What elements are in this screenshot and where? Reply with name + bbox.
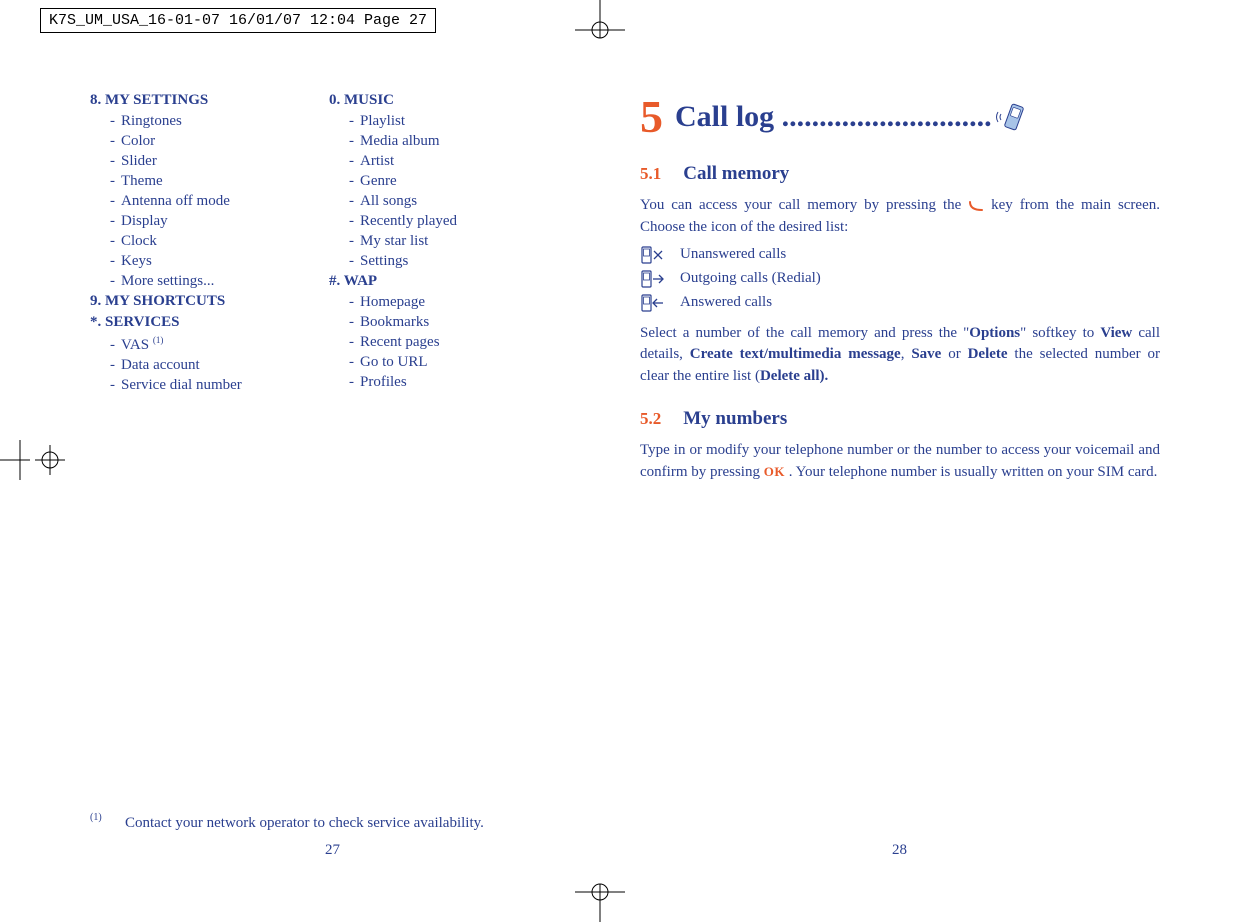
page-number-left: 27 [325,842,340,859]
page-right: 5 Call log ............................ … [640,90,1160,483]
body-paragraph: Select a number of the call memory and p… [640,323,1160,388]
print-header: K7S_UM_USA_16-01-07 16/01/07 12:04 Page … [40,8,436,33]
chapter-title: Call log ............................ [675,100,992,134]
footnote-text: Contact your network operator to check s… [125,815,484,832]
list-item: -Keys [110,253,325,270]
body-paragraph: Type in or modify your telephone number … [640,440,1160,484]
list-item: -Recent pages [349,334,564,351]
list-item: -Playlist [349,113,564,130]
heading-my-settings: 8. MY SETTINGS [90,92,325,109]
heading-services: *. SERVICES [90,314,325,331]
list-item: -Antenna off mode [110,193,325,210]
call-label: Outgoing calls (Redial) [680,270,821,287]
list-item: -Clock [110,233,325,250]
call-types-list: Unanswered calls Outgoing calls (Redial)… [640,245,1160,313]
crop-mark-left2-icon [35,440,65,480]
mobile-phone-icon [992,102,1032,132]
call-label: Unanswered calls [680,246,786,263]
call-key-icon [968,200,984,212]
heading-music: 0. MUSIC [329,92,564,109]
list-item: -Recently played [349,213,564,230]
list-item: -Bookmarks [349,314,564,331]
menu-column-1: 8. MY SETTINGS -Ringtones -Color -Slider… [90,90,325,397]
crop-mark-top-icon [560,0,640,40]
page-number-right: 28 [892,842,907,859]
list-item: -All songs [349,193,564,210]
crop-mark-bottom-icon [560,882,640,922]
unanswered-calls-icon [640,245,666,265]
page-left: 8. MY SETTINGS -Ringtones -Color -Slider… [90,90,570,397]
section-number-51: 5.1 [640,164,661,183]
list-item: -Display [110,213,325,230]
list-item: -Media album [349,133,564,150]
chapter-number: 5 [640,90,663,143]
list-item: -Genre [349,173,564,190]
list-item: -My star list [349,233,564,250]
footnote-ref: (1) [90,812,102,823]
list-item: -Theme [110,173,325,190]
list-item: -Profiles [349,374,564,391]
list-item: -VAS (1) [110,335,325,354]
list-item: Outgoing calls (Redial) [640,269,1160,289]
list-item: -Artist [349,153,564,170]
call-label: Answered calls [680,294,772,311]
section-title-call-memory: Call memory [683,163,789,184]
ok-key-icon: OK [764,464,785,479]
list-item: -Data account [110,357,325,374]
section-title-my-numbers: My numbers [683,408,787,429]
list-item: Answered calls [640,293,1160,313]
list-item: -Slider [110,153,325,170]
outgoing-calls-icon [640,269,666,289]
menu-column-2: 0. MUSIC -Playlist -Media album -Artist … [329,90,564,394]
list-item: -Color [110,133,325,150]
list-item: -Settings [349,253,564,270]
section-number-52: 5.2 [640,409,661,428]
list-item: -Homepage [349,294,564,311]
heading-my-shortcuts: 9. MY SHORTCUTS [90,293,325,310]
heading-wap: #. WAP [329,273,564,290]
answered-calls-icon [640,293,666,313]
list-item: -More settings... [110,273,325,290]
list-item: -Service dial number [110,377,325,394]
crop-mark-left-icon [0,440,40,480]
list-item: Unanswered calls [640,245,1160,265]
body-paragraph: You can access your call memory by press… [640,195,1160,239]
list-item: -Go to URL [349,354,564,371]
list-item: -Ringtones [110,113,325,130]
